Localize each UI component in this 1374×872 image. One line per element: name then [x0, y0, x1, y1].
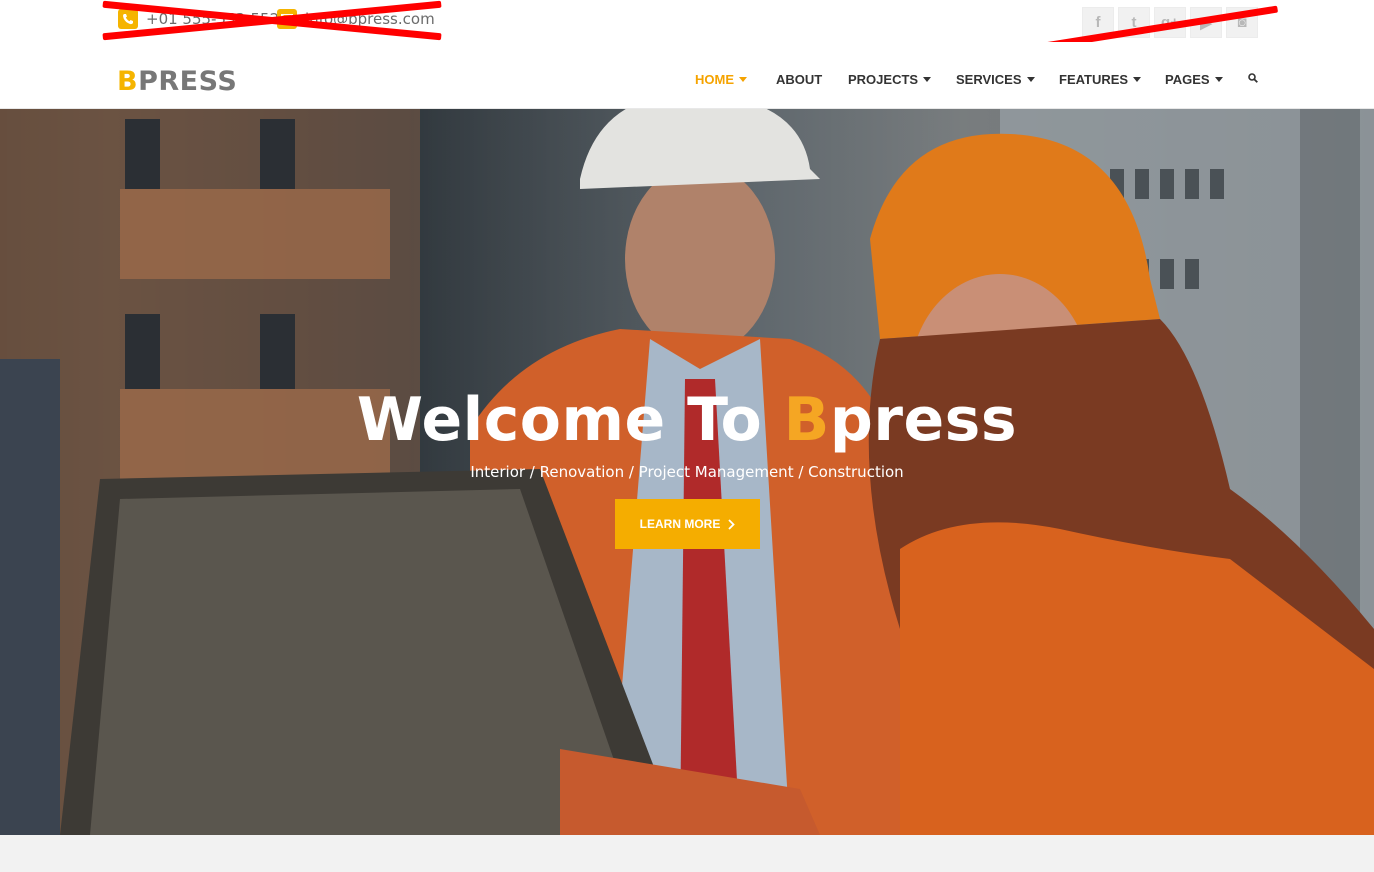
hero-title-highlight: B: [783, 385, 830, 455]
nav-item-home[interactable]: HOME: [695, 72, 747, 87]
hero-banner: Welcome To Bpress Interior / Renovation …: [0, 109, 1374, 835]
learn-more-button[interactable]: LEARN MORE: [615, 499, 760, 549]
caret-down-icon: [1133, 77, 1142, 82]
nav-label: PAGES: [1165, 72, 1210, 87]
hero-title-suffix: press: [829, 385, 1018, 455]
hero-title-prefix: Welcome To: [356, 385, 784, 455]
logo-text: PRESS: [138, 66, 238, 97]
caret-down-icon: [739, 77, 747, 82]
nav-item-pages[interactable]: PAGES: [1165, 72, 1223, 87]
hero-title: Welcome To Bpress: [0, 385, 1374, 455]
caret-down-icon: [923, 77, 932, 82]
chevron-right-icon: [728, 518, 736, 530]
nav-item-projects[interactable]: PROJECTS: [848, 72, 932, 87]
caret-down-icon: [1026, 77, 1035, 82]
nav-label: HOME: [695, 72, 734, 87]
phone-icon: [118, 9, 138, 29]
nav-label: PROJECTS: [848, 72, 919, 87]
nav-item-about[interactable]: ABOUT: [776, 72, 822, 87]
search-icon[interactable]: [1248, 73, 1258, 83]
site-logo[interactable]: BPRESS: [117, 66, 237, 97]
nav-label: SERVICES: [956, 72, 1022, 87]
top-bar: +01 555-553-552 info@bpress.com f t g+ ▶…: [0, 0, 1374, 50]
hero-subtitle: Interior / Renovation / Project Manageme…: [470, 463, 904, 481]
page-footer-strip: [0, 835, 1374, 872]
main-navbar: BPRESS HOME ABOUT PROJECTS SERVICES FEAT…: [0, 42, 1374, 109]
nav-label: FEATURES: [1059, 72, 1129, 87]
caret-down-icon: [1214, 77, 1223, 82]
learn-more-label: LEARN MORE: [639, 517, 721, 531]
nav-item-services[interactable]: SERVICES: [956, 72, 1035, 87]
nav-item-features[interactable]: FEATURES: [1059, 72, 1142, 87]
logo-letter: B: [117, 66, 139, 97]
nav-label: ABOUT: [776, 72, 823, 87]
